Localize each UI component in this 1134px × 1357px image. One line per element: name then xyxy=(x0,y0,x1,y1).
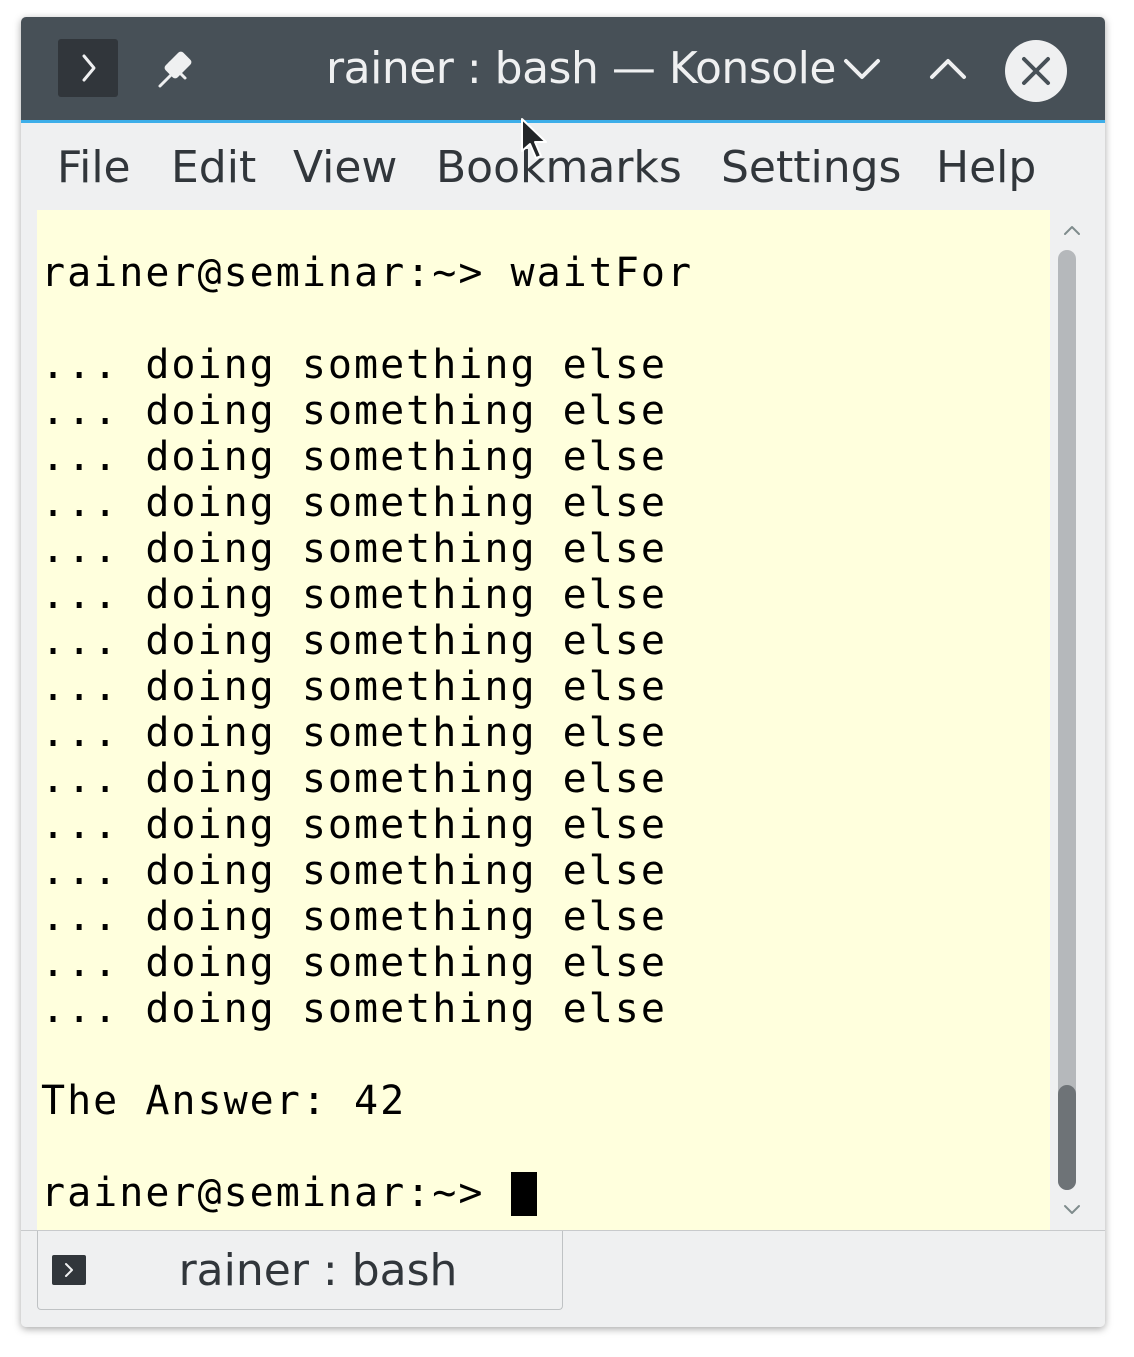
output-line: ... doing something else xyxy=(41,756,667,802)
final-prompt: rainer@seminar:~> xyxy=(41,1170,485,1216)
tab-label: rainer : bash xyxy=(178,1245,458,1296)
output-line: ... doing something else xyxy=(41,572,667,618)
output-line: ... doing something else xyxy=(41,664,667,710)
menu-bar: File Edit View Bookmarks Settings Help xyxy=(21,123,1105,210)
output-line: ... doing something else xyxy=(41,894,667,940)
title-bar[interactable]: rainer : bash — Konsole xyxy=(21,17,1105,123)
output-line: ... doing something else xyxy=(41,710,667,756)
output-line: ... doing something else xyxy=(41,802,667,848)
output-line: ... doing something else xyxy=(41,434,667,480)
menu-settings[interactable]: Settings xyxy=(721,143,901,193)
terminal-output[interactable]: rainer@seminar:~> waitFor ... doing some… xyxy=(37,210,1050,1230)
window-title: rainer : bash — Konsole xyxy=(326,43,836,94)
prompt: rainer@seminar:~> xyxy=(41,250,485,296)
output-line: ... doing something else xyxy=(41,480,667,526)
text-cursor xyxy=(510,1172,537,1216)
output-line: ... doing something else xyxy=(41,940,667,986)
output-line: ... doing something else xyxy=(41,848,667,894)
menu-help[interactable]: Help xyxy=(936,143,1036,193)
output-line: ... doing something else xyxy=(41,342,667,388)
menu-edit[interactable]: Edit xyxy=(171,143,256,193)
scroll-track[interactable] xyxy=(1058,250,1076,1190)
menu-view[interactable]: View xyxy=(293,143,397,193)
vertical-scrollbar[interactable] xyxy=(1052,210,1092,1230)
menu-file[interactable]: File xyxy=(57,143,131,193)
output-line: ... doing something else xyxy=(41,526,667,572)
mouse-pointer-icon xyxy=(519,117,549,163)
command: waitFor xyxy=(510,250,694,296)
menu-bookmarks[interactable]: Bookmarks xyxy=(436,143,682,193)
tab-rainer-bash[interactable]: rainer : bash xyxy=(37,1231,563,1310)
pin-icon[interactable] xyxy=(151,45,201,95)
close-icon[interactable] xyxy=(1004,39,1067,102)
terminal-app-icon[interactable] xyxy=(58,39,118,97)
output-line: ... doing something else xyxy=(41,618,667,664)
maximize-chevron-icon[interactable] xyxy=(918,39,978,99)
output-line: ... doing something else xyxy=(41,986,667,1032)
tab-bar: rainer : bash xyxy=(21,1230,1105,1327)
output-line: ... doing something else xyxy=(41,388,667,434)
result-line: The Answer: 42 xyxy=(41,1078,407,1124)
final-prompt-line: rainer@seminar:~> xyxy=(41,1170,537,1216)
scroll-up-icon[interactable] xyxy=(1060,220,1084,240)
konsole-window: rainer : bash — Konsole File Edit View B… xyxy=(21,17,1105,1327)
terminal-tab-icon xyxy=(52,1255,86,1285)
minimize-chevron-icon[interactable] xyxy=(832,39,892,99)
scroll-thumb[interactable] xyxy=(1058,1085,1076,1190)
scroll-down-icon[interactable] xyxy=(1060,1200,1084,1220)
command-line: rainer@seminar:~> waitFor xyxy=(41,250,693,296)
